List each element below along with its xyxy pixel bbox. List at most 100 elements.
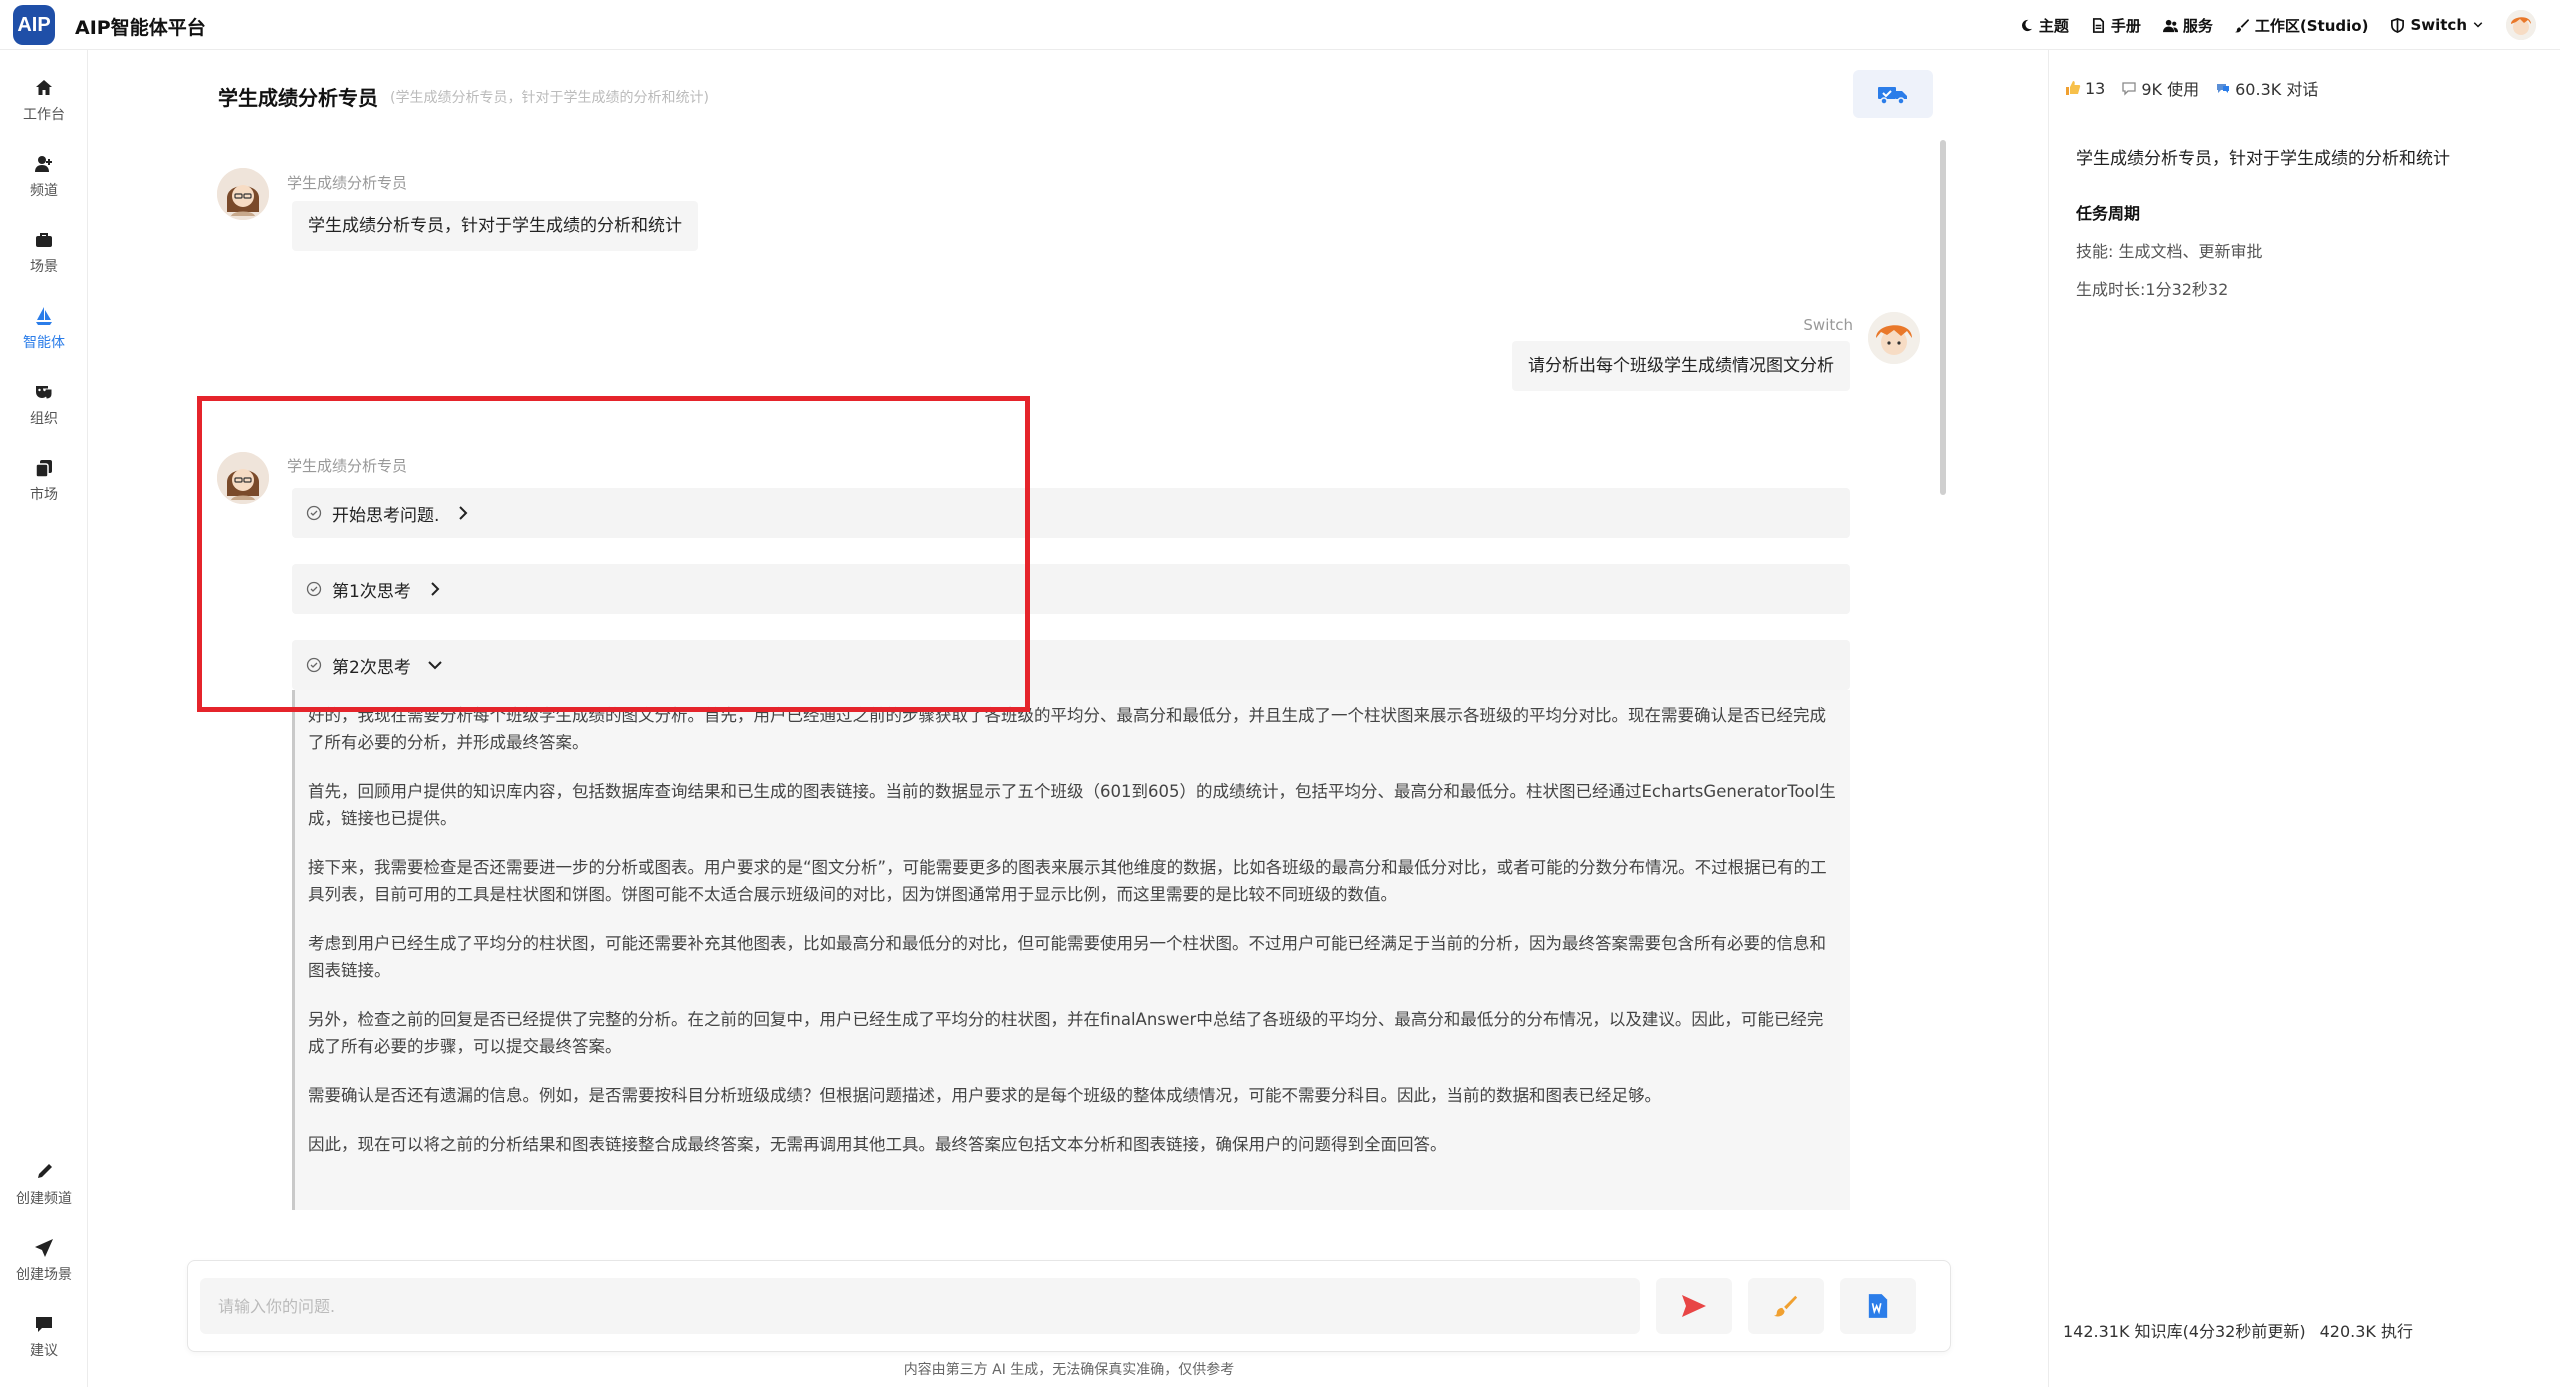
word-document-icon: [1868, 1294, 1888, 1318]
agent-avatar-image: [217, 168, 269, 220]
task-cycle-title: 任务周期: [2076, 204, 2141, 223]
user-avatar-image: [2506, 10, 2536, 40]
app-logo[interactable]: AIP: [13, 5, 55, 45]
sidebar-item-label: 组织: [30, 411, 58, 427]
pen-icon: [38, 1164, 52, 1178]
send-button[interactable]: [1656, 1278, 1732, 1334]
left-sidebar: 工作台 频道 场景 智能体 组织 市场 创建频道 创建场景 建议: [0, 50, 88, 1387]
thinking-content-bar: [292, 690, 295, 1210]
nav-manual-label: 手册: [2110, 16, 2141, 35]
thinking-paragraph: 首先，回顾用户提供的知识库内容，包括数据库查询结果和已生成的图表链接。当前的数据…: [308, 782, 1836, 828]
nav-studio-label: 工作区(Studio): [2254, 16, 2369, 35]
sidebar-item-label: 创建场景: [16, 1267, 72, 1283]
page-subtitle: (学生成绩分析专员，针对于学生成绩的分析和统计): [390, 90, 709, 106]
top-nav: 主题 手册 服务 工作区(Studio) Switch: [2019, 0, 2536, 50]
chat-scrollbar[interactable]: [1940, 140, 1946, 495]
sidebar-item-create-scene[interactable]: 创建场景: [0, 1238, 88, 1284]
sidebar-item-label: 创建频道: [16, 1191, 72, 1207]
agent-name: 学生成绩分析专员: [287, 174, 408, 192]
app-title: AIP智能体平台: [75, 17, 206, 39]
generation-time-line: 生成时长:1分32秒32: [2076, 280, 2229, 299]
sidebar-item-market[interactable]: 市场: [0, 458, 88, 504]
right-panel: 13 9K 使用 60.3K 对话 学生成绩分析专员，针对于学生成绩的分析和统计…: [2048, 50, 2560, 1387]
top-bar: AIP AIP智能体平台 主题 手册 服务 工作区(Studio) Switch: [0, 0, 2560, 50]
truck-icon: [1878, 87, 1907, 105]
user-message-bubble: 请分析出每个班级学生成绩情况图文分析: [1512, 341, 1850, 391]
sidebar-item-scene[interactable]: 场景: [0, 230, 88, 276]
thinking-paragraph: 另外，检查之前的回复是否已经提供了完整的分析。在之前的回复中，用户已经生成了平均…: [308, 1010, 1824, 1056]
deploy-button[interactable]: [1853, 70, 1933, 118]
nav-studio[interactable]: 工作区(Studio): [2234, 15, 2369, 36]
annotation-highlight-box: [197, 396, 1030, 712]
user-add-icon: [35, 156, 52, 172]
ai-disclaimer: 内容由第三方 AI 生成，无法确保真实准确，仅供参考: [903, 1362, 1235, 1378]
briefcase-icon: [36, 233, 52, 247]
sidebar-item-suggestion[interactable]: 建议: [0, 1314, 88, 1360]
nav-user-switch[interactable]: Switch: [2390, 16, 2484, 34]
thinking-content: 好的，我现在需要分析每个班级学生成绩的图文分析。首先，用户已经通过之前的步骤获取…: [292, 690, 1850, 1210]
send-icon: [35, 1239, 53, 1257]
brush-button[interactable]: [1748, 1278, 1824, 1334]
nav-theme-label: 主题: [2038, 16, 2069, 35]
thinking-paragraph: 需要确认是否还有遗漏的信息。例如，是否需要按科目分析班级成绩？但根据问题描述，用…: [308, 1086, 1661, 1105]
document-icon: [2092, 17, 2104, 33]
copy-icon: [35, 460, 52, 478]
thinking-paragraphs: 好的，我现在需要分析每个班级学生成绩的图文分析。首先，用户已经通过之前的步骤获取…: [308, 702, 1838, 1180]
nav-user-switch-label: Switch: [2410, 16, 2467, 34]
sidebar-item-label: 建议: [30, 1343, 58, 1359]
brush-icon: [1773, 1295, 1798, 1317]
chat-icon: [36, 1317, 52, 1332]
user-name: Switch: [1803, 316, 1853, 334]
skills-line: 技能: 生成文档、更新审批: [2076, 242, 2263, 261]
user-message-avatar-image: [1868, 312, 1920, 364]
nav-manual[interactable]: 手册: [2091, 15, 2141, 36]
execution-stat: 420.3K 执行: [2319, 1322, 2413, 1341]
chevron-down-icon: [2473, 22, 2483, 28]
usage-count: 9K 使用: [2141, 80, 2200, 99]
send-arrow-icon: [1682, 1295, 1706, 1317]
page-title: 学生成绩分析专员: [218, 86, 378, 110]
user-avatar[interactable]: [2506, 10, 2536, 40]
knowledge-base-stat: 142.31K 知识库(4分32秒前更新): [2063, 1322, 2306, 1341]
nav-service[interactable]: 服务: [2162, 15, 2213, 36]
mask-icon: [36, 386, 53, 400]
nav-service-label: 服务: [2182, 16, 2213, 35]
word-export-button[interactable]: [1840, 1278, 1916, 1334]
comment-icon: [2122, 82, 2137, 96]
conversation-stat: 60.3K 对话: [2215, 76, 2318, 100]
likes-count: 13: [2085, 78, 2106, 98]
sail-icon: [36, 307, 52, 325]
agent-stats: 13 9K 使用 60.3K 对话: [2065, 76, 2318, 100]
sidebar-item-agent[interactable]: 智能体: [0, 306, 88, 352]
conversation-count: 60.3K 对话: [2235, 80, 2319, 99]
sidebar-item-label: 市场: [30, 487, 58, 503]
sidebar-item-label: 工作台: [23, 107, 65, 123]
likes-stat[interactable]: 13: [2065, 76, 2105, 100]
sidebar-item-label: 智能体: [23, 335, 65, 351]
agent-description: 学生成绩分析专员，针对于学生成绩的分析和统计: [2076, 149, 2450, 169]
sidebar-item-workbench[interactable]: 工作台: [0, 78, 88, 124]
sidebar-item-create-channel[interactable]: 创建频道: [0, 1162, 88, 1208]
thumbs-up-icon: [2066, 81, 2081, 95]
chat-bubble-icon: [2217, 84, 2230, 93]
usage-stat: 9K 使用: [2121, 76, 2199, 100]
thinking-paragraph: 因此，现在可以将之前的分析结果和图表链接整合成最终答案，无需再调用其他工具。最终…: [308, 1135, 1447, 1154]
sidebar-item-label: 频道: [30, 183, 58, 199]
moon-icon: [2021, 19, 2032, 31]
knowledge-stats: 142.31K 知识库(4分32秒前更新) 420.3K 执行: [2063, 1318, 2413, 1342]
sidebar-item-label: 场景: [30, 259, 58, 275]
thinking-paragraph: 接下来，我需要检查是否还需要进一步的分析或图表。用户要求的是“图文分析”，可能需…: [308, 858, 1827, 904]
user-message-avatar: [1868, 312, 1920, 364]
agent-greeting-bubble: 学生成绩分析专员，针对于学生成绩的分析和统计: [292, 201, 698, 251]
users-icon: [2162, 19, 2178, 32]
sidebar-item-channel[interactable]: 频道: [0, 154, 88, 200]
brush-icon: [2234, 18, 2249, 32]
nav-theme[interactable]: 主题: [2019, 15, 2069, 36]
chat-input[interactable]: [200, 1278, 1640, 1334]
agent-avatar: [217, 168, 269, 220]
sidebar-item-org[interactable]: 组织: [0, 382, 88, 428]
thinking-paragraph: 考虑到用户已经生成了平均分的柱状图，可能还需要补充其他图表，比如最高分和最低分的…: [308, 934, 1826, 980]
shield-icon: [2391, 17, 2405, 33]
home-icon: [36, 80, 52, 95]
chat-input-card: [187, 1260, 1951, 1352]
